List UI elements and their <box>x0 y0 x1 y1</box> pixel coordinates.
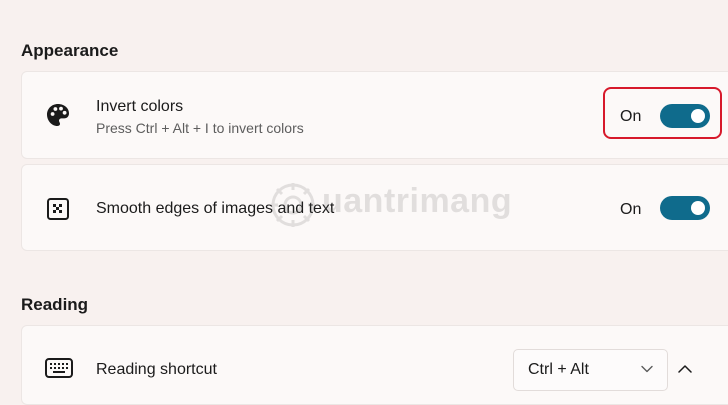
smooth-edges-icon <box>47 198 69 220</box>
chevron-up-icon[interactable] <box>678 364 692 373</box>
invert-colors-description: Press Ctrl + Alt + I to invert colors <box>96 120 304 136</box>
smooth-edges-toggle[interactable] <box>660 196 710 220</box>
appearance-section-title: Appearance <box>21 41 119 60</box>
toggle-knob <box>691 109 705 123</box>
toggle-knob <box>691 201 705 215</box>
reading-section-title: Reading <box>21 295 89 314</box>
smooth-edges-setting[interactable]: Smooth edges of images and text On <box>21 164 728 251</box>
reading-shortcut-value: Ctrl + Alt <box>528 361 589 378</box>
invert-colors-label: Invert colors <box>96 98 184 115</box>
reading-shortcut-dropdown[interactable]: Ctrl + Alt <box>513 349 668 391</box>
keyboard-icon <box>45 358 73 378</box>
smooth-edges-state: On <box>620 201 642 218</box>
reading-shortcut-setting[interactable]: Reading shortcut Ctrl + Alt <box>21 325 728 405</box>
smooth-edges-label: Smooth edges of images and text <box>96 200 335 217</box>
palette-icon <box>47 104 69 126</box>
chevron-down-icon <box>641 365 653 373</box>
invert-colors-toggle[interactable] <box>660 104 710 128</box>
invert-colors-state: On <box>620 108 642 125</box>
reading-shortcut-label: Reading shortcut <box>96 361 217 378</box>
invert-colors-setting[interactable]: Invert colors Press Ctrl + Alt + I to in… <box>21 71 728 159</box>
